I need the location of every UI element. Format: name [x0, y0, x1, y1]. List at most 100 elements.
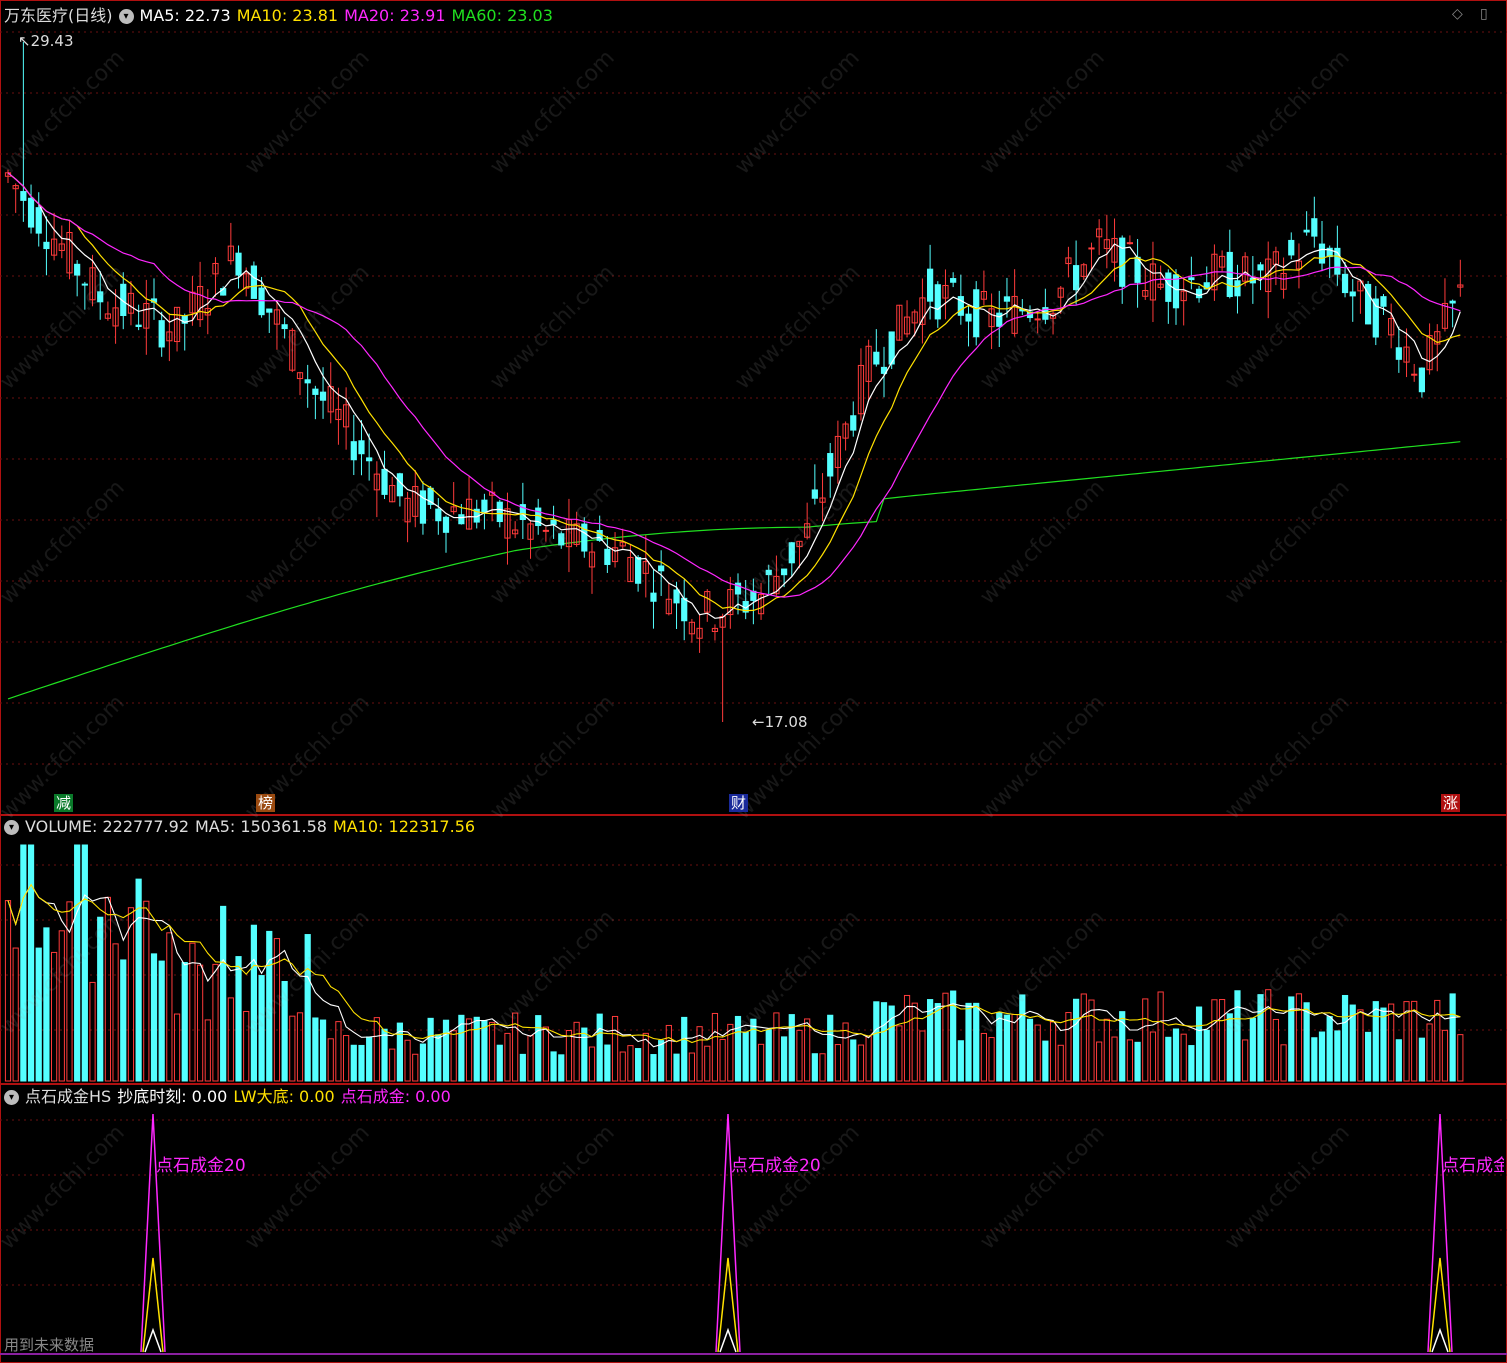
- volume-bar: [873, 1001, 880, 1082]
- volume-bar: [319, 1019, 327, 1082]
- volume-bar: [857, 1044, 865, 1082]
- volume-bar: [166, 932, 173, 1082]
- candle-body: [1411, 373, 1418, 376]
- candle-body: [419, 490, 427, 524]
- volume-ma5-readout: MA5: 150361.58: [195, 817, 327, 836]
- volume-bar: [811, 1053, 818, 1082]
- volume-bar: [665, 1024, 672, 1082]
- volume-bar: [289, 1015, 296, 1082]
- volume-bar: [788, 1014, 795, 1082]
- volume-bar: [481, 1020, 488, 1082]
- volume-bar: [435, 1034, 442, 1082]
- volume-bar: [1303, 1002, 1310, 1082]
- volume-bar: [1149, 1031, 1157, 1082]
- volume-bar: [581, 1027, 588, 1082]
- candle-body: [1395, 347, 1402, 360]
- ma-lines: [7, 172, 1461, 619]
- candle-body: [496, 501, 503, 523]
- volume-bar: [781, 1036, 788, 1082]
- indicator-spike-white: [719, 1327, 737, 1353]
- volume-header: ▾ VOLUME: 222777.92 MA5: 150361.58 MA10: 12…: [4, 816, 481, 838]
- volume-bar: [1426, 1023, 1433, 1082]
- volume-bar: [143, 900, 150, 1082]
- volume-bar: [519, 1053, 526, 1082]
- volume-bar: [1180, 1033, 1187, 1082]
- volume-bar: [1034, 1024, 1041, 1082]
- candle-body: [1088, 247, 1095, 250]
- candle-body: [381, 468, 388, 495]
- volume-bar: [1318, 1031, 1326, 1082]
- indicator-spike-magenta: [1427, 1113, 1453, 1353]
- indicator-spike-yellow: [1429, 1257, 1451, 1353]
- candle-body: [950, 278, 957, 283]
- volume-bar: [611, 1015, 619, 1082]
- candle-body: [1165, 272, 1172, 302]
- settings-circle-icon[interactable]: ▾: [4, 1090, 19, 1105]
- arrow-icon: ↖: [18, 32, 31, 50]
- volume-bar: [250, 924, 257, 1082]
- footer-note: 用到未来数据: [4, 1336, 95, 1354]
- volume-readout: VOLUME: 222777.92: [25, 817, 189, 836]
- volume-bar: [220, 905, 227, 1082]
- stock-title[interactable]: 万东医疗(日线): [4, 6, 113, 25]
- candle-body: [258, 287, 265, 316]
- candle-body: [1234, 280, 1241, 297]
- candle-body: [74, 263, 81, 276]
- event-tag-finance[interactable]: 财: [729, 794, 749, 812]
- volume-bar: [535, 1015, 542, 1082]
- volume-bar: [120, 959, 127, 1082]
- volume-bar: [1341, 994, 1349, 1082]
- volume-bar: [1065, 1012, 1072, 1082]
- volume-bar: [150, 953, 158, 1082]
- candle-body: [1257, 264, 1264, 271]
- indicator-header: ▾ 点石成金HS 抄底时刻: 0.00 LW大底: 0.00 点石成金: 0.00: [4, 1086, 457, 1108]
- window-toggle-icon[interactable]: ▯: [1480, 6, 1488, 22]
- volume-bar: [1172, 1028, 1180, 1082]
- volume-bar: [1311, 1037, 1318, 1082]
- volume-bar: [957, 1040, 964, 1082]
- volume-bar: [235, 956, 242, 1082]
- ma5-line: [7, 172, 1461, 619]
- event-tag-limit-up[interactable]: 涨: [1441, 794, 1461, 812]
- volume-bar: [212, 963, 219, 1082]
- settings-circle-icon[interactable]: ▾: [4, 820, 19, 835]
- candle-body: [873, 351, 880, 365]
- volume-bar: [4, 900, 12, 1082]
- volume-bar: [542, 1026, 549, 1082]
- ma20-readout: MA20: 23.91: [344, 6, 446, 25]
- event-tag-reduce[interactable]: 减: [54, 794, 74, 812]
- volume-bar: [1249, 1017, 1256, 1082]
- volume-bar: [896, 1025, 903, 1082]
- volume-bar: [204, 1019, 211, 1082]
- volume-bar: [158, 960, 165, 1082]
- candle-body: [850, 415, 857, 431]
- volume-bar: [312, 1017, 319, 1082]
- candle-body: [1418, 367, 1425, 393]
- high-price-label: 29.43: [30, 32, 74, 50]
- volume-bar: [565, 1030, 573, 1082]
- volume-bar: [1441, 1029, 1449, 1082]
- candle-body: [135, 324, 142, 327]
- diamond-icon[interactable]: ◇: [1452, 6, 1463, 22]
- volume-bar: [1203, 1029, 1210, 1082]
- volume-bar: [757, 1043, 765, 1082]
- volume-bar: [1242, 1039, 1249, 1082]
- indicator-value-1: 抄底时刻: 0.00: [117, 1087, 228, 1106]
- volume-bar: [350, 1044, 357, 1082]
- volume-bar: [389, 1048, 396, 1082]
- candle-body: [1288, 239, 1295, 256]
- volume-bar: [558, 1054, 565, 1082]
- volume-bar: [335, 1021, 342, 1082]
- candle-body: [927, 268, 934, 302]
- volume-bar: [604, 1044, 611, 1082]
- settings-circle-icon[interactable]: ▾: [118, 9, 134, 24]
- indicator-name[interactable]: 点石成金HS: [25, 1087, 111, 1106]
- volume-bar: [1073, 998, 1080, 1082]
- event-tag-list[interactable]: 榜: [256, 794, 276, 812]
- volume-bar: [1326, 1016, 1333, 1082]
- volume-bar: [1457, 1034, 1464, 1082]
- candle-body: [304, 379, 311, 384]
- volume-bar: [727, 1023, 734, 1082]
- candle-body: [827, 453, 834, 477]
- candle-body: [35, 207, 42, 234]
